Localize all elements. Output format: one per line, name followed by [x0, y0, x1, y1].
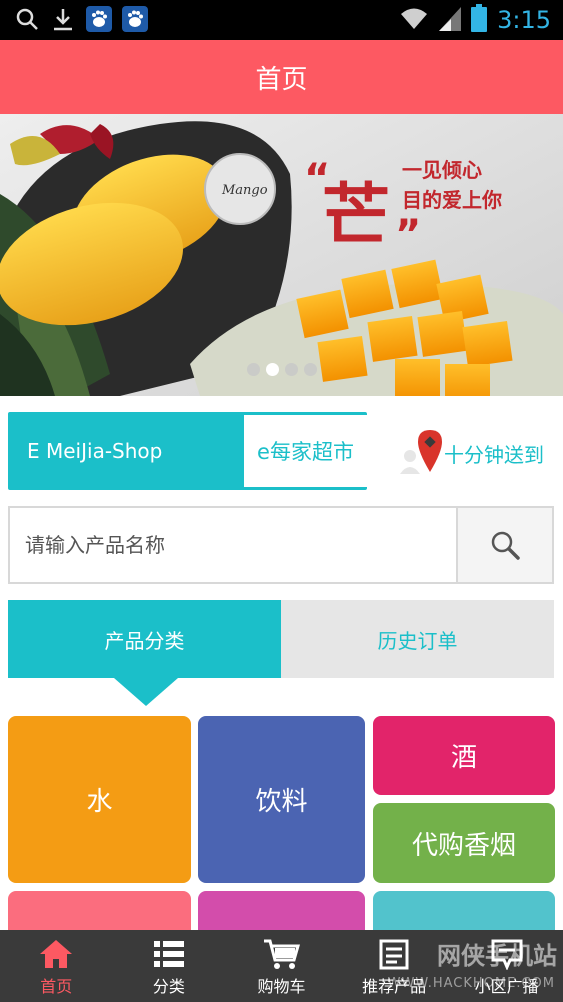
category-label: 酒: [450, 743, 477, 773]
category-tile-cigarettes[interactable]: 代购香烟: [373, 803, 555, 883]
tab-active-indicator: [114, 678, 178, 706]
banner-slogan-line1: 一见倾心: [402, 158, 482, 182]
location-pin-icon: [400, 430, 442, 474]
app-header: 首页: [0, 40, 563, 114]
watermark-text: 网侠手机站: [437, 942, 557, 970]
baidu-icon: [122, 6, 148, 32]
nav-label: 分类: [152, 977, 185, 996]
nav-home[interactable]: 首页: [0, 930, 113, 1002]
carousel-dot[interactable]: [304, 363, 317, 376]
list-icon: [153, 941, 184, 967]
search-icon: [14, 6, 40, 32]
search-button[interactable]: [456, 508, 552, 582]
category-label: 代购香烟: [411, 830, 516, 861]
category-label: 饮料: [255, 787, 308, 817]
baidu-icon: [86, 6, 112, 32]
banner-big-char: 芒: [322, 176, 391, 256]
carousel-dot[interactable]: [285, 363, 298, 376]
category-tile-water[interactable]: 水: [8, 716, 191, 883]
category-tile-alcohol[interactable]: 酒: [373, 716, 555, 795]
banner-carousel[interactable]: Mango “ 芒 ” 一见倾心 目的爱上你: [0, 114, 563, 396]
download-icon: [50, 6, 76, 32]
delivery-text: 十分钟送到: [444, 443, 544, 467]
shop-name-cn: e每家超市: [244, 415, 367, 487]
carousel-indicator: [247, 363, 317, 376]
tab-bar: 产品分类 历史订单: [8, 600, 554, 706]
recommend-icon: [379, 939, 409, 970]
banner-quote-close: ”: [395, 212, 422, 258]
battery-icon: [471, 4, 488, 36]
tab-label: 历史订单: [377, 628, 458, 653]
category-tile-drinks[interactable]: 饮料: [198, 716, 365, 883]
status-bar: 3:15: [0, 0, 563, 40]
cart-icon: [264, 939, 301, 969]
shop-selector[interactable]: E MeiJia-Shop e每家超市: [8, 412, 367, 490]
tab-label: 产品分类: [104, 628, 185, 653]
nav-recommended[interactable]: 推荐产品: [338, 930, 451, 1002]
watermark-url: WWW.HACKHOME.COM: [387, 976, 555, 991]
search-icon: [491, 531, 520, 560]
nav-categories[interactable]: 分类: [113, 930, 226, 1002]
home-icon: [40, 940, 73, 968]
search-bar: [8, 506, 554, 584]
tab-order-history[interactable]: 历史订单: [281, 600, 554, 678]
nav-cart[interactable]: 购物车: [225, 930, 338, 1002]
tab-product-categories[interactable]: 产品分类: [8, 600, 281, 706]
wifi-icon: [399, 5, 429, 35]
search-input[interactable]: [10, 508, 454, 582]
mango-tag-text: Mango: [221, 183, 268, 198]
page-title: 首页: [255, 64, 308, 95]
carousel-dot[interactable]: [247, 363, 260, 376]
shop-name-en: E MeiJia-Shop: [27, 439, 163, 463]
carousel-dot-active[interactable]: [266, 363, 279, 376]
banner-slogan-line2: 目的爱上你: [402, 188, 502, 212]
nav-label: 首页: [40, 977, 73, 996]
signal-icon: [439, 5, 462, 35]
nav-label: 购物车: [257, 977, 306, 996]
clock: 3:15: [497, 6, 551, 34]
category-label: 水: [86, 787, 113, 817]
delivery-info: 十分钟送到: [398, 428, 558, 476]
